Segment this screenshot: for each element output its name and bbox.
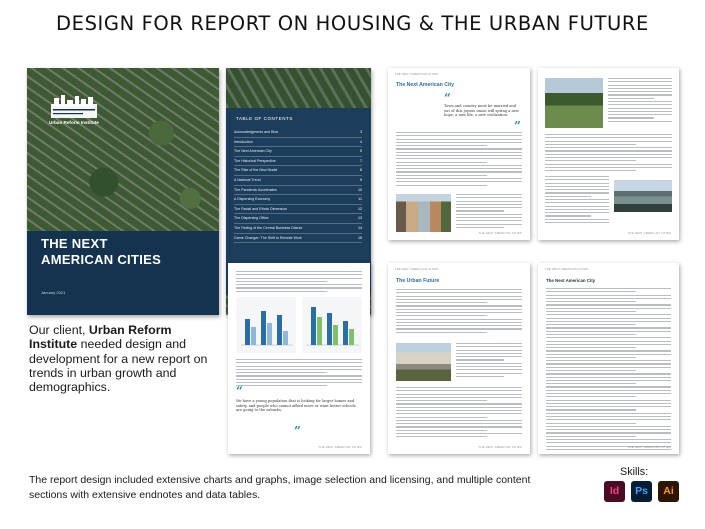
page-title: The Next American City [546, 278, 596, 283]
page-footer: THE NEXT AMERICAN CITIES [478, 446, 522, 449]
report-page-urban-future: THE NEXT AMERICAN CITIES The Urban Futur… [388, 263, 530, 454]
report-page-continued: THE NEXT AMERICAN CITIES [538, 68, 679, 240]
toc-item-label: The Rise of the New Model [234, 168, 278, 173]
toc-item: A National Trend 9 [234, 176, 362, 186]
toc-item-page: 13 [358, 216, 362, 221]
bar-chart-graphic [236, 297, 296, 353]
report-page-endnotes: THE NEXT AMERICAN CITIES The Next Americ… [538, 263, 679, 454]
body-text [396, 289, 522, 335]
endnotes-text [546, 288, 671, 452]
toc-item-page: 7 [360, 158, 362, 163]
toc-item-page: 11 [358, 197, 362, 202]
toc-item: The Racial and Ethnic Dimension 12 [234, 205, 362, 215]
page-footer: THE NEXT AMERICAN CITIES [478, 232, 522, 235]
toc-item-page: 8 [360, 168, 362, 173]
page-header: THE NEXT AMERICAN CITIES [395, 268, 439, 271]
skyline-logo-icon [51, 95, 97, 118]
toc-item: The Rise of the New Model 8 [234, 166, 362, 176]
cover-title: THE NEXT AMERICAN CITIES [41, 236, 211, 268]
toc-item: The Historical Perspective 7 [234, 157, 362, 167]
toc-item-label: The Historical Perspective [234, 158, 276, 163]
toc-item-page: 10 [358, 187, 362, 192]
toc-item-page: 5 [360, 149, 362, 154]
skills-label: Skills: [620, 466, 649, 478]
body-text [456, 194, 522, 230]
toc-item: The Next American City 5 [234, 147, 362, 157]
body-text [456, 343, 522, 379]
report-cover: Urban Reform Institute THE NEXT AMERICAN… [27, 68, 219, 315]
body-text [545, 134, 672, 173]
report-page-charts: “ We have a young population that is loo… [228, 263, 370, 454]
toc-item-page: 4 [360, 139, 362, 144]
toc-item-label: Game Changer: The Shift to Remote Work [234, 235, 302, 240]
indesign-icon: Id [604, 481, 625, 502]
body-text [396, 132, 522, 188]
page-headline: DESIGN FOR REPORT ON HOUSING & THE URBAN… [56, 12, 649, 35]
toc-item-label: A National Trend [234, 177, 261, 182]
body-text [608, 78, 672, 124]
body-text [236, 271, 362, 294]
page-footer: THE NEXT AMERICAN CITIES [627, 232, 671, 235]
toc-item-page: 9 [360, 177, 362, 182]
page-title: The Next American City [396, 82, 455, 88]
toc-list: Acknowledgments and Bios 3 Introduction 4 … [234, 128, 362, 244]
toc-item: Game Changer: The Shift to Remote Work 15 [234, 234, 362, 244]
aerial-photo [545, 78, 603, 128]
toc-item-page: 3 [360, 130, 362, 134]
toc-item: A Dispersing Economy 11 [234, 195, 362, 205]
project-summary: The report design included extensive cha… [29, 474, 531, 501]
river-photo [614, 180, 672, 212]
toc-item-page: 14 [358, 225, 362, 230]
quote-open-icon: “ [444, 91, 451, 105]
street-photo [396, 343, 451, 381]
toc-item-label: The Pandemic Accelerates [234, 187, 277, 192]
toc-item-label: The Fading of the Central Business Distr… [234, 225, 303, 230]
bar-chart-graphic [302, 297, 362, 353]
cover-aerial-photo [27, 68, 219, 231]
toc-item: Introduction 4 [234, 138, 362, 148]
toc-item-label: The Racial and Ethnic Dimension [234, 206, 288, 211]
page-footer: THE NEXT AMERICAN CITIES [627, 446, 671, 449]
page-header: THE NEXT AMERICAN CITIES [395, 73, 439, 76]
photoshop-icon: Ps [631, 481, 652, 502]
quote-close-icon: ” [514, 119, 521, 133]
toc-title: TABLE OF CONTENTS [236, 116, 293, 121]
client-prefix: Our client, [29, 323, 89, 337]
body-text [396, 387, 522, 440]
page-header: THE NEXT AMERICAN CITIES [545, 268, 589, 271]
toc-item-label: The Dispersing Office [234, 216, 269, 221]
pull-quote: Town and country must be married and out… [444, 104, 520, 118]
report-page-next-american-city: THE NEXT AMERICAN CITIES The Next Americ… [388, 68, 530, 240]
toc-item-label: The Next American City [234, 149, 272, 154]
cover-logo-text: Urban Reform Institute [49, 120, 99, 125]
cover-title-line1: THE NEXT [41, 236, 108, 251]
toc-item: Acknowledgments and Bios 3 [234, 128, 362, 138]
cover-title-line2: AMERICAN CITIES [41, 252, 162, 267]
toc-item-label: A Dispersing Economy [234, 197, 271, 202]
quote-close-icon: ” [294, 424, 301, 438]
toc-top-photo [226, 68, 371, 108]
body-text [545, 176, 609, 225]
toc-item: The Dispersing Office 13 [234, 214, 362, 224]
house-photo [396, 194, 451, 232]
page-footer: THE NEXT AMERICAN CITIES [318, 446, 362, 449]
illustrator-icon: Ai [658, 481, 679, 502]
toc-item: The Fading of the Central Business Distr… [234, 224, 362, 234]
toc-item: The Pandemic Accelerates 10 [234, 186, 362, 196]
quote-open-icon: “ [236, 384, 243, 398]
toc-item-page: 15 [358, 235, 362, 240]
client-description: Our client, Urban Reform Institute neede… [29, 323, 219, 394]
cover-date: January 2021 [41, 290, 66, 295]
toc-item-page: 12 [358, 206, 362, 211]
pull-quote: We have a young population that is looki… [236, 399, 356, 413]
body-text [236, 359, 362, 389]
toc-item-label: Acknowledgments and Bios [234, 130, 279, 134]
page-title: The Urban Future [396, 278, 440, 284]
toc-item-label: Introduction [234, 139, 253, 144]
